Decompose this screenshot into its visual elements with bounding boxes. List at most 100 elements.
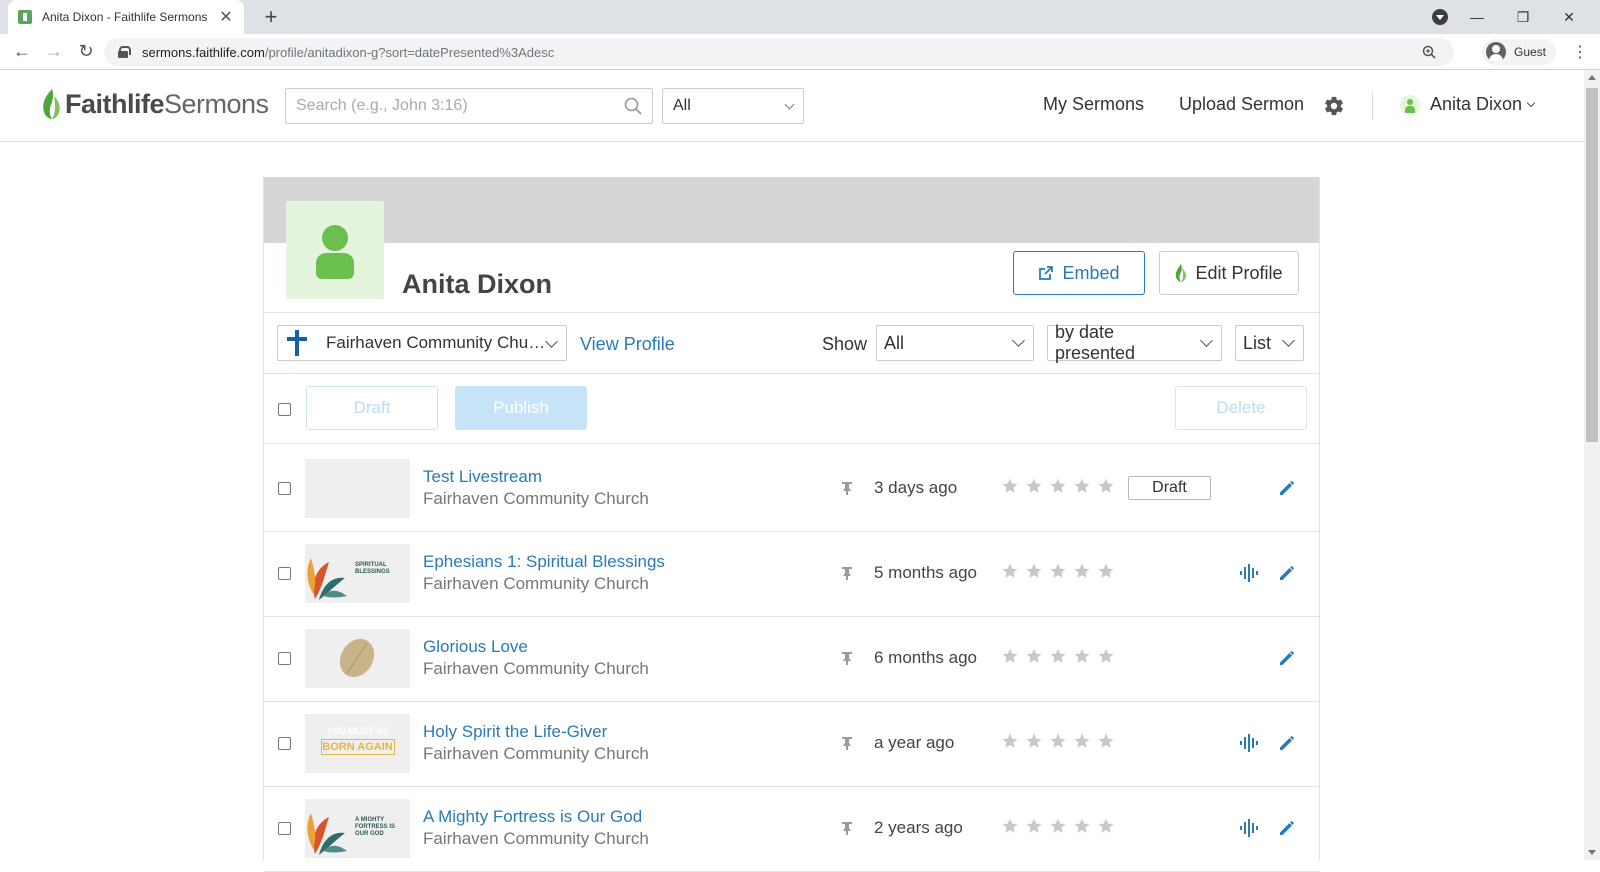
sermon-thumbnail[interactable]: YOU MUST BE BORN AGAIN xyxy=(305,714,410,773)
rating-star-icon[interactable] xyxy=(1025,562,1049,585)
draft-button[interactable]: Draft xyxy=(306,386,438,430)
audio-waveform-icon[interactable] xyxy=(1239,819,1259,842)
view-mode-select[interactable]: List xyxy=(1235,325,1304,361)
rating-star-icon[interactable] xyxy=(1049,562,1073,585)
edit-pencil-icon[interactable] xyxy=(1277,648,1297,673)
sermon-thumbnail[interactable] xyxy=(305,629,410,688)
new-tab-button[interactable]: + xyxy=(258,4,284,30)
chevron-down-icon xyxy=(784,99,795,109)
pin-icon[interactable] xyxy=(840,481,854,495)
rating-star-icon[interactable] xyxy=(1025,477,1049,500)
rating-star-icon[interactable] xyxy=(1073,477,1097,500)
page-scrollbar[interactable] xyxy=(1584,70,1600,860)
row-checkbox[interactable] xyxy=(278,652,291,665)
nav-my-sermons[interactable]: My Sermons xyxy=(1043,94,1144,115)
rating-star-icon[interactable] xyxy=(1025,647,1049,670)
search-icon[interactable] xyxy=(624,97,642,115)
status-badge: Draft xyxy=(1128,476,1211,500)
embed-button[interactable]: Embed xyxy=(1013,251,1145,295)
sermon-title-link[interactable]: Glorious Love xyxy=(423,637,528,657)
close-tab-icon[interactable]: ✕ xyxy=(218,7,234,27)
audio-waveform-icon[interactable] xyxy=(1239,564,1259,587)
edit-pencil-icon[interactable] xyxy=(1277,478,1297,503)
audio-waveform-icon[interactable] xyxy=(1239,734,1259,757)
sermon-church: Fairhaven Community Church xyxy=(423,574,649,593)
sermon-thumbnail[interactable] xyxy=(305,459,410,518)
browser-menu-icon[interactable]: ⋮ xyxy=(1572,42,1588,62)
edit-profile-label: Edit Profile xyxy=(1195,262,1283,283)
edit-pencil-icon[interactable] xyxy=(1277,733,1297,758)
address-bar[interactable]: sermons.faithlife.com/profile/anitadixon… xyxy=(104,38,1454,66)
rating-star-icon[interactable] xyxy=(1025,732,1049,755)
lock-icon[interactable] xyxy=(118,46,131,58)
rating-star-icon[interactable] xyxy=(1049,647,1073,670)
rating-star-icon[interactable] xyxy=(1097,817,1121,840)
sermon-title-link[interactable]: Test Livestream xyxy=(423,467,542,487)
user-menu[interactable]: Anita Dixon xyxy=(1400,94,1536,115)
sermon-date: 6 months ago xyxy=(874,648,978,667)
faithlife-sermons-logo[interactable]: Faithlife Sermons xyxy=(40,88,269,120)
pin-icon[interactable] xyxy=(840,651,854,665)
publish-button[interactable]: Publish xyxy=(455,386,587,430)
view-profile-link[interactable]: View Profile xyxy=(580,334,675,355)
scrollbar-thumb[interactable] xyxy=(1586,88,1598,442)
rating-star-icon[interactable] xyxy=(1049,732,1073,755)
sort-select[interactable]: by date presented xyxy=(1047,322,1222,363)
delete-button[interactable]: Delete xyxy=(1175,386,1307,430)
row-checkbox[interactable] xyxy=(278,822,291,835)
filter-bar: Fairhaven Community Church View Profile … xyxy=(264,312,1319,374)
row-checkbox[interactable] xyxy=(278,737,291,750)
scroll-up-icon[interactable] xyxy=(1588,75,1596,80)
rating-star-icon[interactable] xyxy=(1073,732,1097,755)
show-filter-select[interactable]: All xyxy=(876,325,1034,361)
nav-upload-sermon[interactable]: Upload Sermon xyxy=(1179,94,1304,115)
select-all-checkbox[interactable] xyxy=(278,403,291,416)
rating-star-icon[interactable] xyxy=(1073,817,1097,840)
forward-icon[interactable]: → xyxy=(38,41,70,62)
rating-star-icon[interactable] xyxy=(1073,647,1097,670)
reload-icon[interactable]: ↻ xyxy=(70,41,102,62)
rating-star-icon[interactable] xyxy=(1049,477,1073,500)
rating-star-icon[interactable] xyxy=(1097,732,1121,755)
rating-star-icon[interactable] xyxy=(1001,817,1025,840)
sermon-title-link[interactable]: Holy Spirit the Life-Giver xyxy=(423,722,607,742)
rating-star-icon[interactable] xyxy=(1097,647,1121,670)
settings-gear-icon[interactable] xyxy=(1323,95,1345,117)
guest-profile-button[interactable]: Guest xyxy=(1482,39,1557,65)
rating-star-icon[interactable] xyxy=(1001,732,1025,755)
rating-star-icon[interactable] xyxy=(1097,477,1121,500)
rating-star-icon[interactable] xyxy=(1001,562,1025,585)
edit-pencil-icon[interactable] xyxy=(1277,818,1297,843)
edit-profile-button[interactable]: Edit Profile xyxy=(1159,251,1299,295)
header-divider xyxy=(1372,92,1373,120)
rating-star-icon[interactable] xyxy=(1025,817,1049,840)
browser-tab[interactable]: Anita Dixon - Faithlife Sermons ✕ xyxy=(8,0,244,34)
row-checkbox[interactable] xyxy=(278,567,291,580)
rating-star-icon[interactable] xyxy=(1001,477,1025,500)
search-input[interactable]: Search (e.g., John 3:16) xyxy=(285,88,653,124)
sermon-thumbnail[interactable]: SPIRITUAL BLESSINGS xyxy=(305,544,410,603)
rating-star-icon[interactable] xyxy=(1073,562,1097,585)
restore-icon[interactable]: ❐ xyxy=(1500,9,1546,26)
search-scope-select[interactable]: All xyxy=(662,88,804,124)
row-checkbox[interactable] xyxy=(278,482,291,495)
sermon-title-link[interactable]: Ephesians 1: Spiritual Blessings xyxy=(423,552,665,572)
edit-pencil-icon[interactable] xyxy=(1277,563,1297,588)
church-select[interactable]: Fairhaven Community Church xyxy=(277,325,567,361)
tab-search-icon[interactable] xyxy=(1432,9,1448,25)
minimize-icon[interactable]: — xyxy=(1454,9,1500,25)
close-window-icon[interactable]: ✕ xyxy=(1546,9,1592,26)
back-icon[interactable]: ← xyxy=(6,41,38,62)
logo-text-faithlife: Faithlife xyxy=(65,88,165,119)
zoom-icon[interactable] xyxy=(1422,45,1436,59)
chevron-down-icon xyxy=(1200,334,1213,347)
rating-star-icon[interactable] xyxy=(1097,562,1121,585)
rating-star-icon[interactable] xyxy=(1049,817,1073,840)
pin-icon[interactable] xyxy=(840,821,854,835)
sermon-thumbnail[interactable]: A MIGHTY FORTRESS IS OUR GOD xyxy=(305,799,410,858)
rating-star-icon[interactable] xyxy=(1001,647,1025,670)
scroll-down-icon[interactable] xyxy=(1588,850,1596,855)
pin-icon[interactable] xyxy=(840,566,854,580)
sermon-title-link[interactable]: A Mighty Fortress is Our God xyxy=(423,807,642,827)
pin-icon[interactable] xyxy=(840,736,854,750)
